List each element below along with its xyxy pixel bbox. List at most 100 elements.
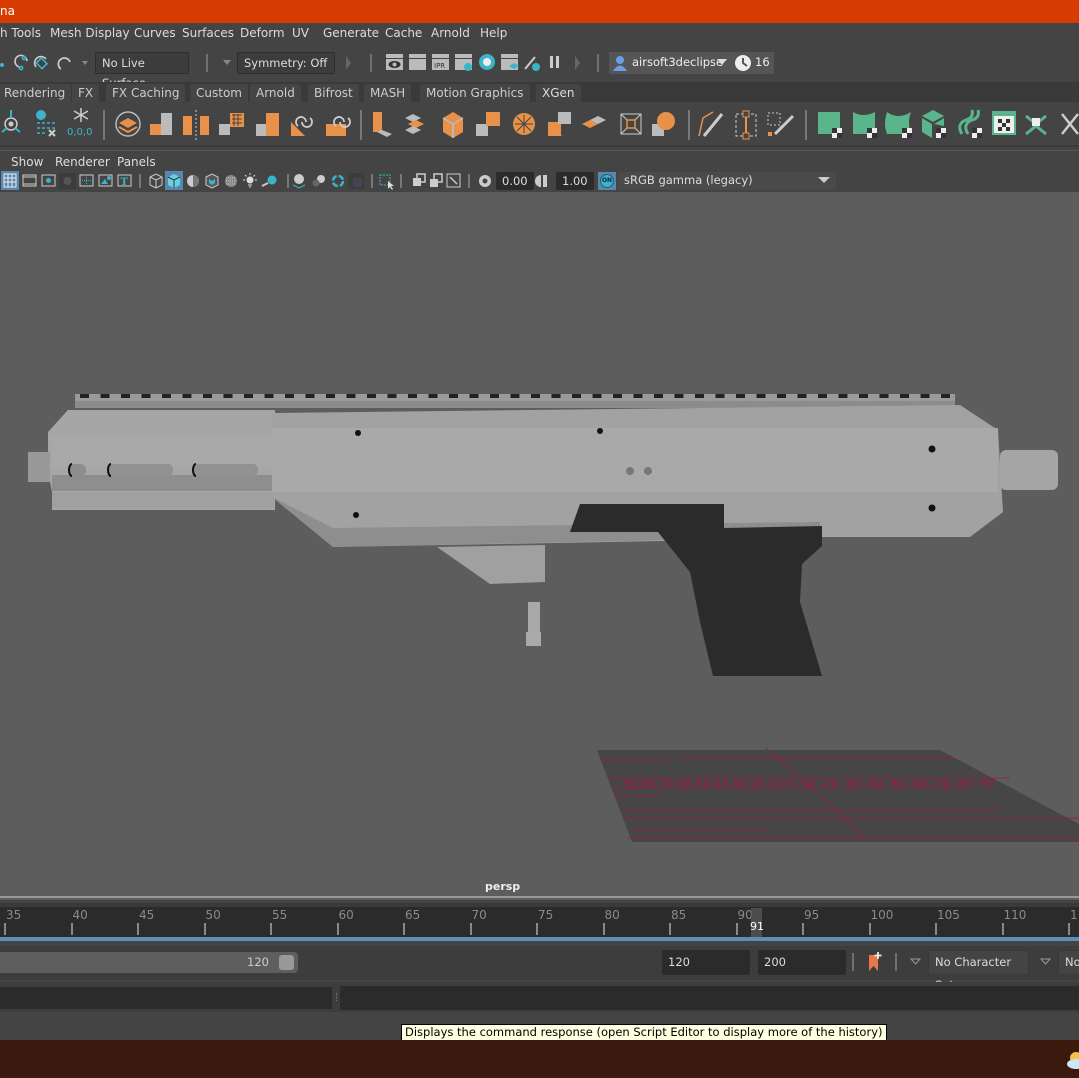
freeze-transform-icon[interactable]: 0,0,0 (67, 108, 92, 138)
menu-cache[interactable]: Cache (385, 26, 422, 40)
range-slider-handle[interactable] (279, 955, 294, 970)
color-space-dropdown[interactable]: sRGB gamma (legacy) (618, 172, 836, 190)
menu-surfaces[interactable]: Surfaces (182, 26, 234, 40)
remesh-icon[interactable] (326, 116, 351, 136)
character-set-dropdown[interactable]: No Character Set (928, 950, 1029, 992)
chevron-down-icon[interactable] (1040, 958, 1051, 966)
grid-toggle-icon[interactable] (1, 171, 19, 190)
menu-help[interactable]: Help (480, 26, 507, 40)
hypershade-icon[interactable] (479, 54, 495, 70)
default-material-icon[interactable] (187, 175, 199, 187)
mirror-icon[interactable] (582, 116, 606, 128)
menu-generate[interactable]: Generate (323, 26, 379, 40)
automatic-uv-icon[interactable] (922, 110, 946, 138)
insert-edge-loop-icon[interactable] (735, 110, 757, 140)
shadows-icon[interactable] (261, 175, 277, 187)
bevel-icon[interactable] (442, 112, 464, 138)
screen-space-ao-icon[interactable] (292, 174, 306, 189)
user-account-button[interactable]: airsoft3declipse 16 (609, 52, 774, 74)
color-management-toggle[interactable]: ON (598, 172, 616, 190)
extrude-icon[interactable] (373, 112, 392, 137)
fill-hole-icon[interactable] (513, 113, 535, 135)
tab-fx[interactable]: FX (72, 84, 100, 103)
splitter-handle[interactable] (336, 993, 337, 1001)
cut-sew-uv-icon[interactable] (1025, 114, 1047, 136)
anim-layer-dropdown[interactable]: No (1058, 950, 1079, 975)
depth-of-field-icon[interactable] (348, 173, 364, 189)
subdivide-icon[interactable] (652, 112, 675, 136)
use-all-lights-icon[interactable] (243, 173, 257, 188)
menu-mesh-display[interactable]: Mesh Display (50, 26, 130, 40)
target-weld-icon[interactable] (767, 112, 795, 136)
render-frame-icon[interactable] (409, 54, 426, 70)
separate-icon[interactable] (183, 110, 209, 140)
xray-joints-icon[interactable] (413, 173, 426, 186)
spherical-uv-icon[interactable] (885, 112, 912, 138)
render-setup-icon[interactable] (501, 54, 519, 70)
time-slider[interactable]: 3540455055606570758085909510010511011 (0, 903, 1079, 939)
motion-blur-icon[interactable] (312, 175, 326, 187)
merge-icon[interactable] (620, 113, 642, 135)
xray-icon[interactable] (225, 175, 237, 187)
tab-xgen[interactable]: XGen (536, 84, 581, 103)
camera-attributes-icon[interactable] (446, 173, 461, 188)
light-editor-icon[interactable] (524, 56, 540, 71)
menu-panels[interactable]: Panels (117, 155, 156, 169)
isolate-select-icon[interactable] (379, 174, 394, 190)
live-surface-field[interactable]: No Live Surface (95, 52, 189, 90)
tab-fx-caching[interactable]: FX Caching (106, 84, 186, 103)
viewport-persp[interactable]: 90 80 70 60 50 40 30 20 10 0 -10 -20 -30… (0, 192, 1079, 900)
wireframe-on-shaded-icon[interactable] (205, 173, 219, 189)
snap-to-curve-icon[interactable] (0, 63, 4, 67)
polygon-plane-icon[interactable] (115, 111, 141, 137)
chevron-down-icon[interactable] (82, 61, 88, 65)
exposure-field[interactable]: 0.00 (496, 172, 534, 190)
anti-aliasing-icon[interactable] (331, 174, 345, 188)
collapse-arrow-icon[interactable] (345, 55, 353, 71)
command-input[interactable] (0, 987, 332, 1009)
snap-to-view-plane-icon[interactable] (33, 55, 49, 70)
cylindrical-uv-icon[interactable] (853, 112, 877, 138)
resolution-gate-icon[interactable] (41, 174, 56, 187)
reduce-icon[interactable] (256, 113, 279, 136)
wireframe-icon[interactable] (149, 173, 163, 189)
smooth-shade-icon[interactable] (165, 171, 183, 190)
gamma-icon[interactable] (535, 175, 547, 187)
pause-icon[interactable] (550, 56, 559, 68)
tab-motion-graphics[interactable]: Motion Graphics (420, 84, 530, 103)
tab-custom[interactable]: Custom (190, 84, 248, 103)
menu-arnold[interactable]: Arnold (431, 26, 470, 40)
menu-mesh-tools[interactable]: h Tools (0, 26, 41, 40)
center-pivot-icon[interactable] (1, 110, 21, 133)
playback-end-field[interactable]: 120 (662, 950, 750, 975)
safe-title-icon[interactable]: T (117, 174, 132, 188)
chevron-down-icon[interactable] (222, 59, 232, 67)
ipr-render-icon[interactable]: IPR (432, 54, 449, 70)
menu-curves[interactable]: Curves (134, 26, 176, 40)
gamma-field[interactable]: 1.00 (556, 172, 594, 190)
expand-arrow-icon[interactable] (574, 55, 582, 71)
boolean-icon[interactable] (548, 112, 571, 136)
uv-editor-icon[interactable] (992, 111, 1016, 135)
chevron-down-icon[interactable] (717, 59, 727, 67)
symmetry-dropdown[interactable]: Symmetry: Off (237, 52, 335, 74)
smooth-icon[interactable] (219, 113, 244, 135)
menu-uv[interactable]: UV (292, 26, 309, 40)
cleanup-icon[interactable] (291, 116, 313, 136)
planar-uv-icon[interactable] (818, 112, 842, 138)
magnet-icon[interactable] (57, 57, 71, 70)
tab-rendering[interactable]: Rendering (0, 84, 72, 103)
menu-show[interactable]: Show (11, 155, 43, 169)
menu-deform[interactable]: Deform (240, 26, 285, 40)
uv-tool-icon[interactable] (1061, 113, 1079, 135)
animation-end-field[interactable]: 200 (758, 950, 846, 975)
menu-renderer[interactable]: Renderer (55, 155, 110, 169)
bookmark-add-icon[interactable] (866, 951, 884, 973)
render-settings-icon[interactable] (455, 54, 472, 71)
chevron-down-icon[interactable] (910, 958, 921, 966)
bridge-icon[interactable] (405, 114, 424, 134)
tab-mash[interactable]: MASH (364, 84, 412, 103)
field-chart-icon[interactable] (79, 174, 94, 187)
contour-stretch-icon[interactable] (958, 109, 982, 138)
tab-arnold[interactable]: Arnold (250, 84, 301, 103)
